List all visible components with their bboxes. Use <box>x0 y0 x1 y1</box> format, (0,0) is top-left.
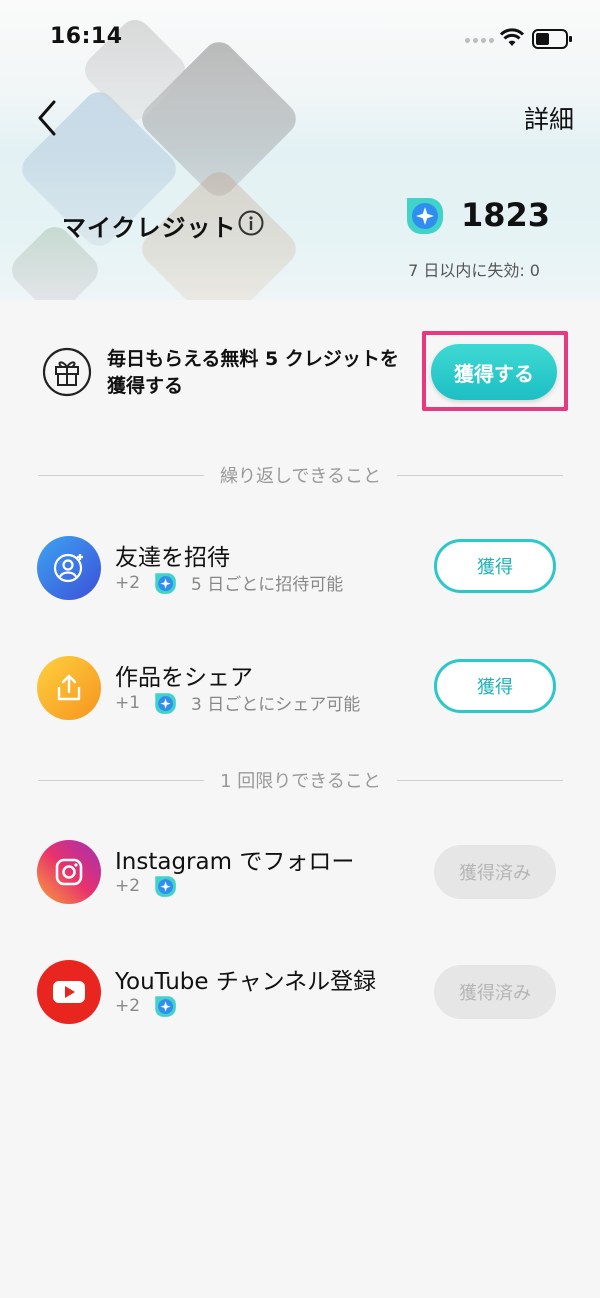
gift-icon <box>42 347 92 397</box>
credit-icon <box>155 692 176 714</box>
claimed-button[interactable]: 獲得済み <box>434 845 556 899</box>
earn-button[interactable]: 獲得 <box>434 539 556 593</box>
daily-credit-text: 毎日もらえる無料 5 クレジットを獲得する <box>107 348 399 397</box>
section-label: 繰り返しできること <box>219 466 382 487</box>
reward-amount: +2 <box>115 876 141 896</box>
credit-icon <box>155 876 176 897</box>
credit-count: 1823 <box>461 196 551 234</box>
task-title: YouTube チャンネル登録 <box>115 969 377 995</box>
task-condition: 3 日ごとにシェア可能 <box>191 695 361 715</box>
credit-icon <box>155 996 176 1017</box>
credit-icon <box>407 198 443 234</box>
task-reward: +1 3 日ごとにシェア可能 <box>115 690 361 716</box>
task-share-work: 作品をシェア +1 3 日ごとにシェア可能 獲得 <box>0 656 600 736</box>
task-youtube-subscribe: YouTube チャンネル登録 +2 獲得済み <box>0 960 600 1040</box>
task-reward: +2 <box>115 994 191 1018</box>
section-label: 1 回限りできること <box>220 771 381 792</box>
chevron-left-icon <box>38 100 56 136</box>
task-condition: 5 日ごとに招待可能 <box>191 575 344 595</box>
reward-amount: +1 <box>115 692 141 713</box>
back-button[interactable] <box>28 96 68 140</box>
instagram-icon <box>37 840 101 904</box>
wifi-icon <box>500 28 524 46</box>
task-title: 作品をシェア <box>115 665 253 691</box>
page-title: マイクレジット <box>62 214 237 242</box>
task-title: 友達を招待 <box>115 545 230 571</box>
claim-daily-button[interactable]: 獲得する <box>431 344 557 400</box>
expire-text: 7 日以内に失効: 0 <box>408 261 540 280</box>
task-title: Instagram でフォロー <box>115 849 355 875</box>
reward-amount: +2 <box>115 996 141 1016</box>
earn-button[interactable]: 獲得 <box>434 659 556 713</box>
task-reward: +2 <box>115 874 191 898</box>
task-invite-friend: 友達を招待 +2 5 日ごとに招待可能 獲得 <box>0 536 600 616</box>
status-bar: 16:14 <box>0 0 600 72</box>
task-instagram-follow: Instagram でフォロー +2 獲得済み <box>0 840 600 920</box>
detail-button[interactable]: 詳細 <box>524 100 574 136</box>
share-icon <box>37 656 101 720</box>
cellular-signal-icon <box>465 38 494 43</box>
claimed-button[interactable]: 獲得済み <box>434 965 556 1019</box>
status-time: 16:14 <box>50 24 123 49</box>
youtube-icon <box>37 960 101 1024</box>
credit-icon <box>155 572 176 594</box>
reward-amount: +2 <box>115 572 141 593</box>
add-friend-icon <box>37 536 101 600</box>
task-reward: +2 5 日ごとに招待可能 <box>115 570 344 596</box>
section-divider-repeat: 繰り返しできること <box>38 464 564 487</box>
battery-icon <box>532 29 572 49</box>
info-icon[interactable] <box>238 210 264 236</box>
section-divider-once: 1 回限りできること <box>38 769 564 792</box>
